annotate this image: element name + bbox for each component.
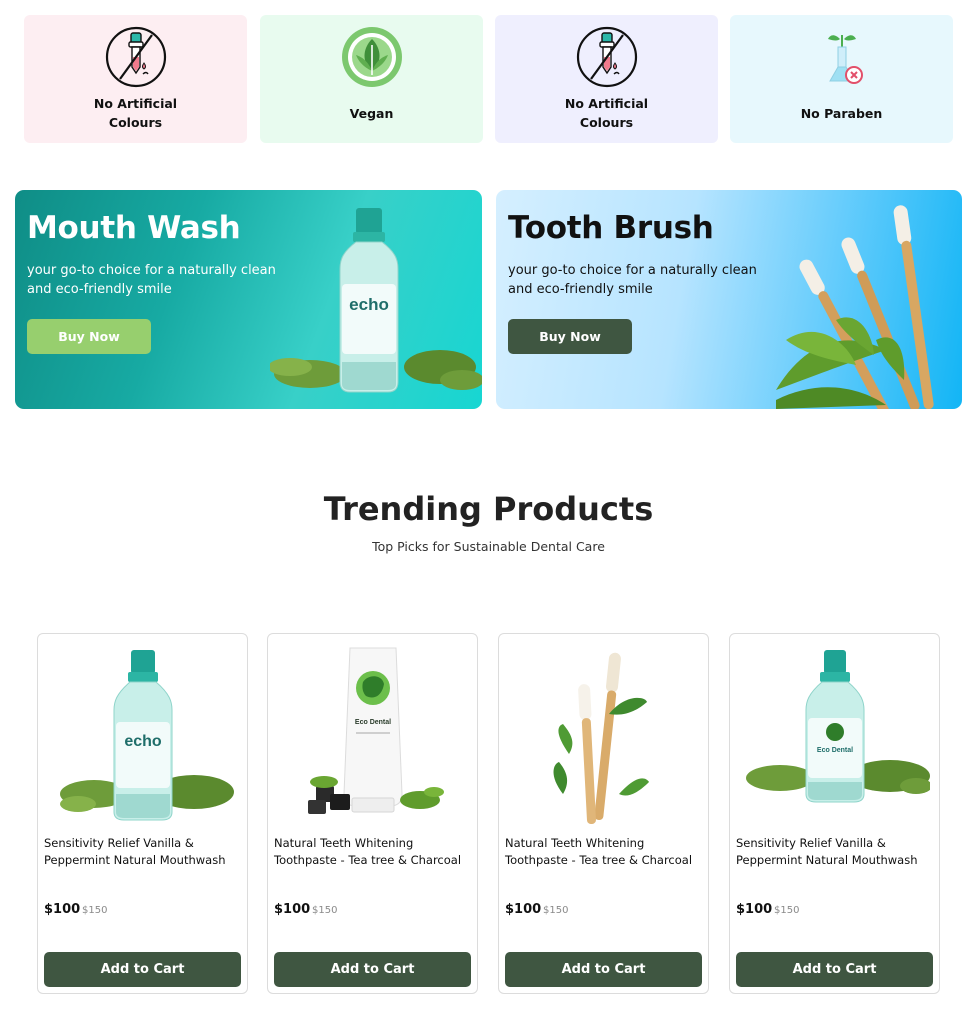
product-price: $100 bbox=[44, 902, 81, 917]
add-to-cart-button[interactable]: Add to Cart bbox=[736, 952, 933, 987]
feature-label-line1: No Artificial bbox=[564, 96, 649, 111]
product-brand-label: echo bbox=[124, 733, 162, 750]
feature-tile-no-artificial-colours-2: No Artificial Colours bbox=[495, 15, 718, 143]
feature-tile-no-paraben: No Paraben bbox=[730, 15, 953, 143]
bamboo-toothbrush-image bbox=[553, 652, 649, 824]
product-price: $100 bbox=[274, 902, 311, 917]
trending-products-title: Trending Products bbox=[323, 490, 654, 528]
toothbrush-banner-text: your go-to choice for a naturally clean … bbox=[508, 263, 757, 297]
product-old-price: $150 bbox=[312, 905, 338, 916]
no-dropper-icon bbox=[105, 26, 166, 88]
product-card[interactable]: Eco Dental Sensitivity Relief Vanilla & … bbox=[729, 633, 940, 994]
toothbrush-buy-now-button[interactable]: Buy Now bbox=[508, 319, 632, 354]
feature-tile-no-artificial-colours: No Artificial Colours bbox=[24, 15, 247, 143]
feature-label-line2: Colours bbox=[108, 115, 163, 130]
product-name[interactable]: Sensitivity Relief Vanilla & Peppermint … bbox=[736, 835, 936, 869]
mouthwash-banner-title: Mouth Wash bbox=[27, 210, 241, 246]
product-card[interactable]: Eco Dental Natural Teeth Whitening Tooth… bbox=[267, 633, 478, 994]
feature-label-line1: Vegan bbox=[349, 106, 394, 121]
product-price: $100 bbox=[736, 902, 773, 917]
product-brand-label: Eco Dental bbox=[355, 719, 391, 726]
product-old-price: $150 bbox=[82, 905, 108, 916]
mouthwash-bottle-image: Eco Dental bbox=[746, 650, 930, 803]
mouthwash-banner-text: your go-to choice for a naturally clean … bbox=[27, 263, 276, 297]
add-to-cart-button[interactable]: Add to Cart bbox=[274, 952, 471, 987]
product-price: $100 bbox=[505, 902, 542, 917]
feature-label-line1: No Paraben bbox=[800, 106, 883, 121]
feature-tile-vegan: Vegan bbox=[260, 15, 483, 143]
toothbrush-banner-title: Tooth Brush bbox=[508, 210, 714, 246]
add-to-cart-button[interactable]: Add to Cart bbox=[44, 952, 241, 987]
mouthwash-bottle-image: echo bbox=[270, 208, 482, 393]
no-paraben-flask-icon bbox=[827, 35, 863, 84]
add-to-cart-button[interactable]: Add to Cart bbox=[505, 952, 702, 987]
product-old-price: $150 bbox=[543, 905, 569, 916]
product-name[interactable]: Sensitivity Relief Vanilla & Peppermint … bbox=[44, 835, 244, 869]
bottle-brand-label: echo bbox=[349, 295, 389, 314]
feature-label-line1: No Artificial bbox=[93, 96, 178, 111]
toothbrush-banner: Tooth Brush your go-to choice for a natu… bbox=[496, 190, 962, 409]
mouthwash-bottle-image: echo bbox=[60, 650, 234, 821]
product-brand-label: Eco Dental bbox=[817, 747, 853, 754]
trending-products-subtitle: Top Picks for Sustainable Dental Care bbox=[372, 539, 605, 554]
product-name[interactable]: Natural Teeth Whitening Toothpaste - Tea… bbox=[274, 835, 474, 869]
mouthwash-banner: Mouth Wash your go-to choice for a natur… bbox=[15, 190, 482, 409]
product-card[interactable]: echo Sensitivity Relief Vanilla & Pepper… bbox=[37, 633, 248, 994]
feature-tiles: No Artificial Colours Vegan No Artificia… bbox=[24, 15, 954, 143]
bamboo-toothbrush-image bbox=[776, 205, 934, 409]
product-name[interactable]: Natural Teeth Whitening Toothpaste - Tea… bbox=[505, 835, 705, 869]
toothpaste-tube-image: Eco Dental bbox=[308, 647, 444, 814]
product-old-price: $150 bbox=[774, 905, 800, 916]
no-dropper-icon bbox=[576, 26, 637, 88]
mouthwash-buy-now-button[interactable]: Buy Now bbox=[27, 319, 151, 354]
product-card[interactable]: Natural Teeth Whitening Toothpaste - Tea… bbox=[498, 633, 709, 994]
feature-label-line2: Colours bbox=[579, 115, 634, 130]
vegan-leaf-icon bbox=[341, 27, 402, 87]
